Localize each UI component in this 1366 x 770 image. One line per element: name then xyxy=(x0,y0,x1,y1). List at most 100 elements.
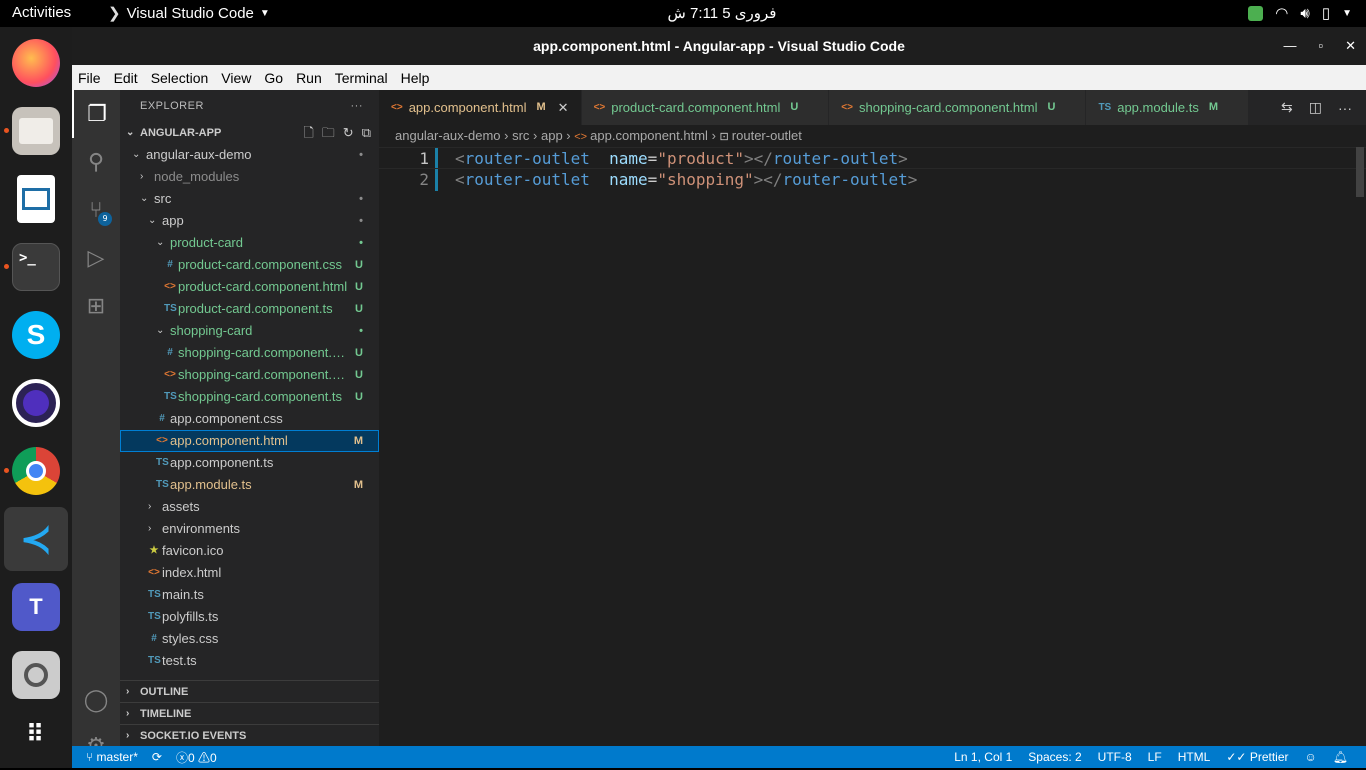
explorer-icon[interactable]: ❐ xyxy=(72,90,120,138)
more-actions-icon[interactable]: ··· xyxy=(351,90,364,122)
tree-folder[interactable]: ⌄ product-card • xyxy=(120,232,379,254)
vertical-scrollbar[interactable] xyxy=(1356,147,1364,197)
menu-selection[interactable]: Selection xyxy=(151,70,215,86)
editor-tab[interactable]: <> app.component.html M ✕ xyxy=(379,90,582,125)
language-mode[interactable]: HTML xyxy=(1178,750,1211,764)
cursor-position[interactable]: Ln 1, Col 1 xyxy=(954,750,1012,764)
tree-folder[interactable]: ⌄ src • xyxy=(120,188,379,210)
refresh-icon[interactable]: ↻ xyxy=(343,122,354,144)
search-tool-icon[interactable] xyxy=(12,651,60,699)
close-tab-icon[interactable]: ✕ xyxy=(558,90,569,125)
breadcrumb-item[interactable]: src xyxy=(512,128,529,143)
outline-section[interactable]: › OUTLINE xyxy=(120,680,379,702)
show-applications-icon[interactable]: ⠿ xyxy=(12,711,60,759)
maximize-button[interactable]: ▫ xyxy=(1318,27,1323,65)
split-editor-icon[interactable]: ◫ xyxy=(1309,99,1322,116)
tree-file[interactable]: # styles.css xyxy=(120,628,379,650)
menu-view[interactable]: View xyxy=(221,70,257,86)
volume-icon[interactable]: 🔊︎ xyxy=(1300,5,1309,22)
clock[interactable]: فروری 5 7:11 ش xyxy=(662,4,782,22)
problems-indicator[interactable]: ⓧ0 ⚠0 xyxy=(176,749,217,766)
skype-icon[interactable]: S xyxy=(12,311,60,359)
breadcrumb-item[interactable]: router-outlet xyxy=(732,128,802,143)
tree-folder[interactable]: › assets xyxy=(120,496,379,518)
encoding[interactable]: UTF-8 xyxy=(1098,750,1132,764)
chrome-icon[interactable] xyxy=(12,447,60,495)
accounts-icon[interactable]: ◯ xyxy=(72,676,120,724)
code-line[interactable]: 1 <router-outlet name="product"></router-… xyxy=(379,147,1366,169)
terminal-icon[interactable]: >_ xyxy=(12,243,60,291)
chevron-down-icon[interactable]: ▼ xyxy=(1342,8,1352,19)
timeline-section[interactable]: › TIMELINE xyxy=(120,702,379,724)
socketio-events-section[interactable]: › SOCKET.IO EVENTS xyxy=(120,724,379,746)
breadcrumb-item[interactable]: app xyxy=(541,128,563,143)
tree-file[interactable]: ★ favicon.ico xyxy=(120,540,379,562)
files-icon[interactable] xyxy=(12,107,60,155)
tree-file[interactable]: TS test.ts xyxy=(120,650,379,672)
menu-file[interactable]: File xyxy=(78,70,107,86)
vscode-icon[interactable]: ≺ xyxy=(12,515,60,563)
run-debug-icon[interactable]: ▷ xyxy=(72,234,120,282)
branch-indicator[interactable]: ⑂ master* xyxy=(86,750,138,764)
menu-edit[interactable]: Edit xyxy=(114,70,144,86)
indentation[interactable]: Spaces: 2 xyxy=(1028,750,1081,764)
code-editor[interactable]: 1 <router-outlet name="product"></router-… xyxy=(379,147,1366,191)
ts-file-icon: TS xyxy=(148,655,161,666)
menu-go[interactable]: Go xyxy=(264,70,289,86)
tree-file[interactable]: TS polyfills.ts xyxy=(120,606,379,628)
activities-button[interactable]: Activities xyxy=(12,4,71,21)
tree-file[interactable]: TS app.component.ts xyxy=(120,452,379,474)
tree-file[interactable]: TS shopping-card.component.ts U xyxy=(120,386,379,408)
tree-file[interactable]: <> shopping-card.component.html U xyxy=(120,364,379,386)
teams-icon[interactable]: T xyxy=(12,583,60,631)
more-actions-icon[interactable]: ··· xyxy=(1338,100,1352,116)
sync-icon[interactable]: ⟳ xyxy=(152,750,162,764)
code-line[interactable]: 2 <router-outlet name="shopping"></router… xyxy=(379,169,1366,191)
new-file-icon[interactable]: 🗋︎ xyxy=(303,122,313,144)
end-of-line[interactable]: LF xyxy=(1148,750,1162,764)
tree-file[interactable]: <> app.component.html M xyxy=(120,430,379,452)
tree-file[interactable]: # shopping-card.component.css U xyxy=(120,342,379,364)
tree-file[interactable]: <> product-card.component.html U xyxy=(120,276,379,298)
source-control-icon[interactable]: ⑂ 9 xyxy=(72,186,120,234)
tree-file[interactable]: # app.component.css xyxy=(120,408,379,430)
editor-tab[interactable]: TS app.module.ts M xyxy=(1086,90,1250,125)
tree-file[interactable]: # product-card.component.css U xyxy=(120,254,379,276)
firefox-icon[interactable] xyxy=(12,39,60,87)
new-folder-icon[interactable]: 🗀︎ xyxy=(322,122,335,144)
compare-changes-icon[interactable]: ⇆ xyxy=(1281,99,1293,116)
minimize-button[interactable]: — xyxy=(1283,27,1296,65)
libreoffice-impress-icon[interactable] xyxy=(17,175,55,223)
system-tray[interactable]: ◠ 🔊︎ ▯ ▼ xyxy=(1248,4,1352,22)
collapse-all-icon[interactable]: ⧉ xyxy=(362,122,371,144)
extensions-icon[interactable]: ⊞ xyxy=(72,282,120,330)
tree-file[interactable]: TS main.ts xyxy=(120,584,379,606)
tree-folder[interactable]: › node_modules xyxy=(120,166,379,188)
prettier-status[interactable]: ✓✓ Prettier xyxy=(1226,750,1288,764)
tree-file[interactable]: <> index.html xyxy=(120,562,379,584)
wifi-icon[interactable]: ◠ xyxy=(1275,4,1288,22)
editor-tab[interactable]: <> product-card.component.html U xyxy=(581,90,830,125)
breadcrumb-item[interactable]: app.component.html xyxy=(590,128,708,143)
feedback-icon[interactable]: ☺ xyxy=(1305,750,1317,764)
tree-folder[interactable]: ⌄ app • xyxy=(120,210,379,232)
tree-file[interactable]: TS app.module.ts M xyxy=(120,474,379,496)
breadcrumb-item[interactable]: angular-aux-demo xyxy=(395,128,501,143)
close-button[interactable]: ✕ xyxy=(1345,27,1356,65)
tree-folder[interactable]: ⌄ angular-aux-demo • xyxy=(120,144,379,166)
menu-terminal[interactable]: Terminal xyxy=(335,70,394,86)
notifications-icon[interactable]: 🔔︎ xyxy=(1333,750,1348,764)
search-icon[interactable]: ⚲ xyxy=(72,138,120,186)
tree-folder[interactable]: ⌄ shopping-card • xyxy=(120,320,379,342)
git-status-badge: M xyxy=(1208,101,1219,113)
update-icon[interactable] xyxy=(1248,5,1264,21)
editor-tab[interactable]: <> shopping-card.component.html U xyxy=(829,90,1087,125)
eclipse-icon[interactable] xyxy=(12,379,60,427)
battery-icon[interactable]: ▯ xyxy=(1322,4,1330,22)
tree-folder[interactable]: › environments xyxy=(120,518,379,540)
menu-help[interactable]: Help xyxy=(401,70,436,86)
app-menu[interactable]: ❯ Visual Studio Code ▼ xyxy=(108,4,270,23)
tree-file[interactable]: TS product-card.component.ts U xyxy=(120,298,379,320)
workspace-header[interactable]: ⌄ ANGULAR-APP 🗋︎ 🗀︎ ↻ ⧉ xyxy=(120,122,379,144)
menu-run[interactable]: Run xyxy=(296,70,328,86)
